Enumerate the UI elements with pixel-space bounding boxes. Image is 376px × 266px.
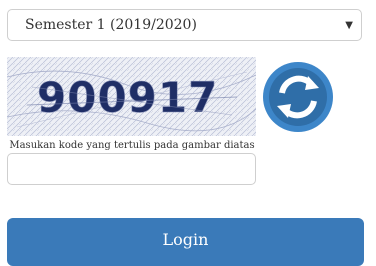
chevron-down-icon: ▼ [345,19,353,31]
semester-select-value: Semester 1 (2019/2020) [25,17,197,33]
login-button-label: Login [162,230,209,249]
captcha-code-text: 900917 [37,73,218,122]
refresh-icon[interactable] [262,61,334,133]
semester-select[interactable]: Semester 1 (2019/2020) ▼ [7,9,362,41]
captcha-input[interactable] [7,153,256,185]
captcha-hint: Masukan kode yang tertulis pada gambar d… [9,140,255,151]
captcha-image: 900917 [7,57,256,136]
